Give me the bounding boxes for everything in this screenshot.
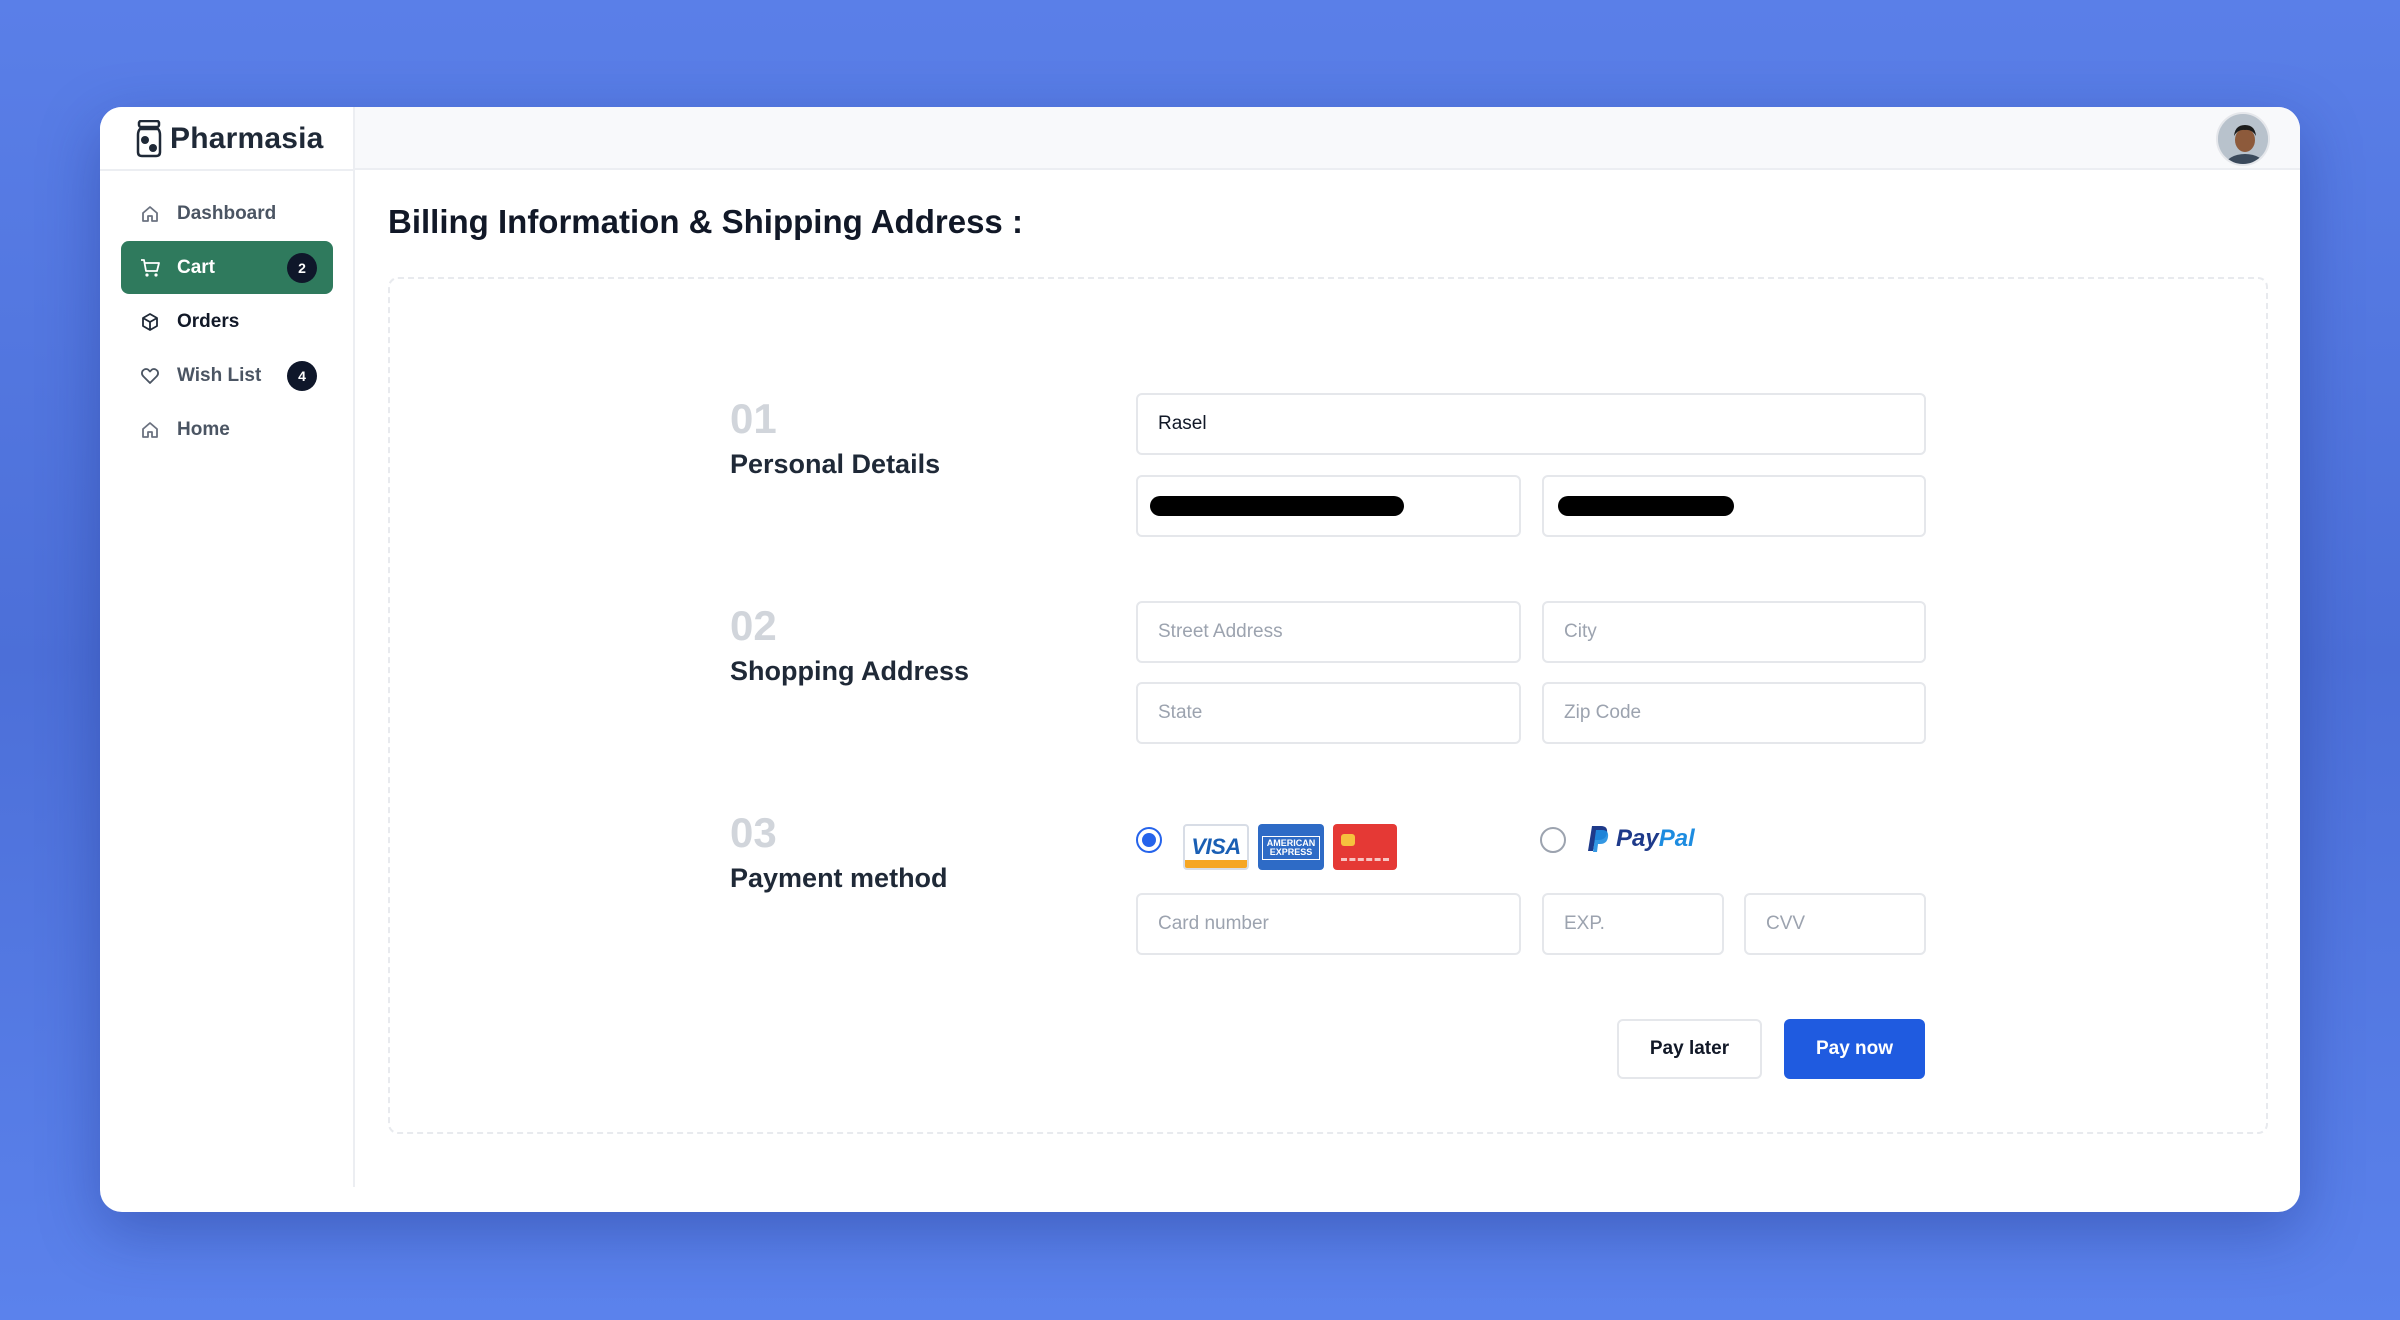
app-name: Pharmasia <box>170 122 324 155</box>
sidebar-item-label: Wish List <box>177 364 262 386</box>
sidebar-item-wish-list[interactable]: Wish List 4 <box>121 349 333 402</box>
paypal-logo: PayPal <box>1588 825 1695 853</box>
user-avatar[interactable] <box>2216 112 2270 166</box>
redacted-value <box>1150 496 1404 516</box>
sidebar-item-dashboard[interactable]: Dashboard <box>121 187 333 240</box>
full-name-field[interactable] <box>1136 393 1926 455</box>
home-icon <box>139 203 161 225</box>
pay-now-button[interactable]: Pay now <box>1784 1019 1925 1079</box>
page-title: Billing Information & Shipping Address : <box>388 203 1023 240</box>
app-logo[interactable]: Pharmasia <box>136 119 324 159</box>
home-icon <box>139 419 161 441</box>
sidebar-item-home[interactable]: Home <box>121 403 333 456</box>
card-number-field[interactable] <box>1136 893 1521 955</box>
wish-list-count-badge: 4 <box>287 361 317 391</box>
city-field[interactable] <box>1542 601 1926 663</box>
app-window: Pharmasia Dashboard Cart 2 Orders Wish L… <box>100 107 2300 1212</box>
redacted-value <box>1558 496 1734 516</box>
section-title-address: Shopping Address <box>730 656 970 686</box>
card-cvv-field[interactable] <box>1744 893 1926 955</box>
paypal-icon <box>1588 826 1609 852</box>
section-number: 03 <box>730 809 777 856</box>
card-expiry-field[interactable] <box>1542 893 1724 955</box>
heart-icon <box>139 365 161 387</box>
credit-card-icon <box>1333 824 1397 870</box>
section-number: 01 <box>730 395 777 442</box>
email-field[interactable] <box>1136 475 1521 537</box>
box-icon <box>139 311 161 333</box>
sidebar-item-label: Home <box>177 418 230 440</box>
pharmacy-logo-icon <box>136 120 162 158</box>
top-bar <box>355 107 2300 170</box>
paypal-payment-radio[interactable] <box>1540 827 1566 853</box>
section-title-payment: Payment method <box>730 863 948 893</box>
state-field[interactable] <box>1136 682 1521 744</box>
sidebar-item-label: Cart <box>177 256 216 278</box>
sidebar-item-label: Orders <box>177 310 240 332</box>
sidebar-item-label: Dashboard <box>177 202 277 224</box>
section-number: 02 <box>730 602 777 649</box>
pay-later-button[interactable]: Pay later <box>1617 1019 1762 1079</box>
zip-code-field[interactable] <box>1542 682 1926 744</box>
logo-divider <box>100 169 355 171</box>
sidebar-item-orders[interactable]: Orders <box>121 295 333 348</box>
sidebar: Pharmasia Dashboard Cart 2 Orders Wish L… <box>100 107 355 1187</box>
card-payment-radio[interactable] <box>1136 827 1162 853</box>
sidebar-nav: Dashboard Cart 2 Orders Wish List 4 Home <box>121 187 333 457</box>
amex-card-icon: AMERICAN EXPRESS <box>1258 824 1324 870</box>
phone-field[interactable] <box>1542 475 1926 537</box>
section-title-personal: Personal Details <box>730 449 941 479</box>
cart-icon <box>139 257 161 279</box>
avatar-photo-icon <box>2218 114 2268 164</box>
street-address-field[interactable] <box>1136 601 1521 663</box>
cart-count-badge: 2 <box>287 253 317 283</box>
sidebar-item-cart[interactable]: Cart 2 <box>121 241 333 294</box>
visa-card-icon: VISA <box>1183 824 1249 870</box>
